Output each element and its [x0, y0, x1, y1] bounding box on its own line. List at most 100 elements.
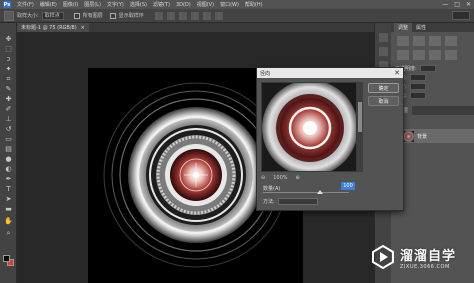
3d-rotate-icon[interactable] [202, 11, 211, 20]
all-layers-checkbox[interactable] [73, 12, 80, 19]
amount-label: 数量(A) [263, 185, 281, 192]
ok-button[interactable]: 确定 [368, 83, 399, 93]
blur-icon[interactable]: ● [4, 155, 13, 164]
actions-panel-icon[interactable] [379, 47, 388, 56]
align-icon[interactable] [154, 11, 163, 20]
menu-select[interactable]: 选择(S) [130, 1, 147, 8]
adjustments-grid [391, 32, 474, 64]
method-select[interactable] [277, 198, 318, 205]
shape-icon[interactable]: ▬ [4, 205, 13, 214]
tool-preset-button[interactable] [4, 10, 14, 21]
vibrance-icon[interactable] [397, 50, 409, 60]
options-bar: 取样大小: 取样点 所有图层 显示取样环 [0, 9, 474, 23]
lasso-icon[interactable]: ↄ [4, 55, 13, 64]
document-tab-bar: 未标题-1 @ 75 (RGB/8) × [17, 23, 374, 32]
amount-slider[interactable] [263, 190, 349, 194]
layer-name: 背景 [417, 133, 428, 140]
dialog-titlebar[interactable]: 径向 ✕ [257, 68, 403, 78]
adjustments-panel-header: 调整 属性 [391, 23, 474, 32]
prop-field[interactable] [409, 92, 426, 99]
menu-3d[interactable]: 3D(D) [176, 2, 191, 8]
crop-icon[interactable]: ⌗ [4, 75, 13, 84]
gradient-icon[interactable]: ▤ [4, 145, 13, 154]
preview-artwork [262, 83, 356, 171]
photoshop-window: Ps 文件(F) 编辑(E) 图像(I) 图层(L) 文字(Y) 选择(S) 滤… [0, 0, 474, 283]
layer-thumbnail [403, 130, 414, 142]
options-icon-group [154, 11, 223, 20]
tab-adjustments[interactable]: 调整 [394, 23, 413, 32]
menu-filter[interactable]: 滤镜(T) [153, 1, 170, 8]
pen-icon[interactable]: ✒ [4, 175, 13, 184]
zoom-in-icon[interactable]: ⊕ [296, 175, 300, 181]
black-white-icon[interactable] [445, 50, 457, 60]
type-icon[interactable]: T [4, 185, 13, 194]
scroll-thumb[interactable] [358, 102, 362, 132]
menu-edit[interactable]: 编辑(E) [40, 1, 57, 8]
arrange-icon[interactable] [178, 11, 187, 20]
window-controls: — □ ✕ [442, 1, 471, 8]
hand-icon[interactable]: ✋ [4, 217, 13, 226]
preview-scrollbar[interactable] [357, 82, 363, 172]
dialog-title: 径向 [260, 70, 271, 77]
filter-preview[interactable] [261, 82, 357, 172]
hue-icon[interactable] [413, 50, 425, 60]
zoom-icon[interactable]: ⌕ [4, 229, 13, 238]
maximize-icon[interactable]: □ [454, 1, 460, 8]
stamp-icon[interactable]: ⊥ [4, 115, 13, 124]
watermark-text: 溜溜自学 ZIXUE.3066.COM [400, 245, 456, 270]
tab-close-icon[interactable]: × [81, 25, 85, 31]
marquee-icon[interactable]: ⬚ [4, 45, 13, 54]
prop-field[interactable] [409, 74, 426, 81]
path-select-icon[interactable]: ➤ [4, 195, 13, 204]
workspace-select[interactable] [452, 11, 470, 20]
document-tab-label: 未标题-1 @ 75 (RGB/8) [21, 25, 77, 31]
minimize-icon[interactable]: — [442, 1, 448, 8]
prop-field[interactable] [409, 83, 426, 90]
menu-window[interactable]: 窗口(W) [220, 1, 239, 8]
play-logo-icon [372, 245, 394, 269]
color-balance-icon[interactable] [429, 50, 441, 60]
close-icon[interactable]: ✕ [394, 69, 400, 77]
3d-mode-icon[interactable] [190, 11, 199, 20]
3d-pan-icon[interactable] [214, 11, 223, 20]
cancel-button[interactable]: 取消 [368, 96, 399, 106]
exposure-icon[interactable] [445, 36, 457, 46]
close-icon[interactable]: ✕ [466, 1, 471, 8]
history-brush-icon[interactable]: ↺ [4, 125, 13, 134]
foreground-color-swatch[interactable] [3, 255, 10, 262]
menu-view[interactable]: 视图(V) [197, 1, 214, 8]
watermark-title: 溜溜自学 [400, 248, 457, 264]
amount-input[interactable]: 100 [341, 182, 355, 190]
levels-icon[interactable] [413, 36, 425, 46]
distribute-icon[interactable] [166, 11, 175, 20]
show-ring-checkbox[interactable] [109, 12, 116, 19]
menu-help[interactable]: 帮助(H) [245, 1, 263, 8]
move-icon[interactable]: ✥ [4, 35, 13, 44]
amount-row: 数量(A) [263, 184, 353, 192]
heal-icon[interactable]: ✚ [4, 95, 13, 104]
tools-panel: ✥ ⬚ ↄ ✦ ⌗ ✎ ✚ ✐ ⊥ ↺ ▭ ▤ ● ◐ ✒ T ➤ ▬ ✋ ⌕ [0, 23, 17, 283]
brightness-icon[interactable] [397, 36, 409, 46]
photoshop-logo-icon: Ps [3, 1, 11, 8]
menu-type[interactable]: 文字(Y) [107, 1, 124, 8]
eyedropper-icon[interactable]: ✎ [4, 85, 13, 94]
sample-size-select[interactable]: 取样点 [41, 11, 64, 20]
dodge-icon[interactable]: ◐ [4, 165, 13, 174]
menu-layer[interactable]: 图层(L) [84, 1, 101, 8]
zoom-controls: ⊖ 100% ⊕ [261, 174, 357, 181]
history-panel-icon[interactable] [379, 33, 388, 42]
document-tab[interactable]: 未标题-1 @ 75 (RGB/8) × [17, 23, 89, 32]
menu-file[interactable]: 文件(F) [17, 1, 34, 8]
eraser-icon[interactable]: ▭ [4, 135, 13, 144]
watermark: 溜溜自学 ZIXUE.3066.COM [368, 237, 474, 277]
show-ring-label: 显示取样环 [118, 13, 144, 19]
method-row: 方法: [263, 198, 318, 205]
menu-image[interactable]: 图像(I) [63, 1, 78, 8]
prop-field[interactable] [419, 65, 436, 72]
brush-icon[interactable]: ✐ [4, 105, 13, 114]
slider-handle[interactable] [317, 190, 323, 194]
curves-icon[interactable] [429, 36, 441, 46]
magic-wand-icon[interactable]: ✦ [4, 65, 13, 74]
zoom-out-icon[interactable]: ⊖ [261, 175, 265, 181]
tab-properties[interactable]: 属性 [416, 24, 426, 31]
